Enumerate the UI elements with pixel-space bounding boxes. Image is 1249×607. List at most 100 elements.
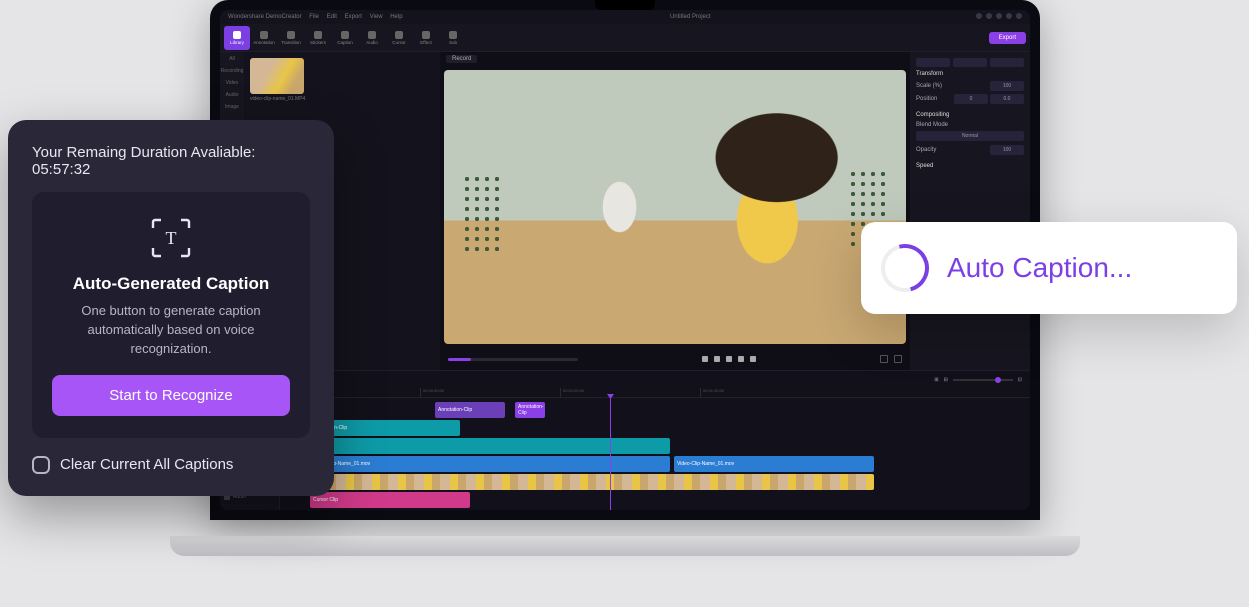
timeline-toolbar: Undo Redo ⊞ ⊟ ⊡ [220, 371, 1030, 388]
rail-video[interactable]: Video [226, 80, 239, 86]
tl-tool-icon[interactable]: ⊟ [944, 377, 948, 383]
transition-icon [287, 31, 295, 39]
tl-tool-icon[interactable]: ⊞ [934, 377, 938, 383]
preview-tab-record[interactable]: Record [446, 55, 477, 63]
track-row[interactable] [280, 474, 1030, 490]
cursor-icon [395, 31, 403, 39]
track-row[interactable] [280, 438, 1030, 454]
ribbon-tab-sub[interactable]: Sub [440, 26, 466, 50]
app-titlebar: Wondershare DemoCreator File Edit Export… [220, 10, 1030, 24]
label-scale: Scale (%) [916, 83, 942, 89]
window-controls[interactable] [972, 13, 1022, 21]
label-position: Position [916, 96, 937, 102]
caption-icon [341, 31, 349, 39]
ribbon-tab-caption[interactable]: Caption [332, 26, 358, 50]
clip-annotation[interactable]: Annotation-Clip [515, 402, 545, 418]
menu-file[interactable]: File [309, 14, 319, 20]
menu-help[interactable]: Help [390, 14, 402, 20]
timeline-ruler[interactable]: 00:00:00:00 00:00:30:00 00:01:00:00 00:0… [220, 388, 1030, 398]
posx-value[interactable]: 0 [954, 94, 988, 104]
section-transform: Transform [916, 71, 1024, 77]
ribbon-tab-audio[interactable]: Audio [359, 26, 385, 50]
menu-view[interactable]: View [370, 14, 383, 20]
ruler-mark: 00:00:30:00 [420, 388, 560, 397]
library-icon [233, 31, 241, 39]
posy-value[interactable]: 0.0 [990, 94, 1024, 104]
playback-progress[interactable] [448, 358, 578, 361]
laptop-base [170, 536, 1080, 556]
ribbon-tab-stickers[interactable]: Stickers [305, 26, 331, 50]
workspace: All Recording Video Audio Image video-cl… [220, 52, 1030, 370]
checkbox-icon [32, 456, 50, 474]
duration-label: Your Remaing Duration Avaliable: 05:57:3… [32, 144, 310, 178]
preview-viewport[interactable] [444, 70, 906, 344]
prop-tab[interactable] [953, 58, 987, 67]
plant-decoration [462, 174, 502, 254]
section-compositing: Compositing [916, 112, 1024, 118]
ribbon-tab-cursor[interactable]: Cursor [386, 26, 412, 50]
auto-caption-modal: Your Remaing Duration Avaliable: 05:57:3… [8, 120, 334, 496]
label-blend: Blend Mode [916, 122, 948, 128]
track-row[interactable]: Annotation-Clip [280, 420, 1030, 436]
loop-button[interactable] [750, 356, 756, 362]
ribbon-tab-effect[interactable]: Effect [413, 26, 439, 50]
clip-cursor[interactable]: Cursor Clip [310, 492, 470, 508]
fullscreen-button[interactable] [894, 355, 902, 363]
ribbon-tab-library[interactable]: Library [224, 26, 250, 50]
label-opacity: Opacity [916, 147, 936, 153]
scale-value[interactable]: 100 [990, 81, 1024, 91]
export-button[interactable]: Export [989, 32, 1026, 44]
clip-thumbnails[interactable] [310, 474, 874, 490]
media-thumbnail[interactable] [250, 58, 304, 94]
ribbon-tab-transition[interactable]: Transition [278, 26, 304, 50]
zoom-slider[interactable] [953, 379, 1013, 381]
timeline: Undo Redo ⊞ ⊟ ⊡ 00:00:00:00 00:00:30:00 … [220, 370, 1030, 510]
sub-icon [449, 31, 457, 39]
effect-icon [422, 31, 430, 39]
svg-text:T: T [166, 228, 177, 248]
clear-captions-checkbox[interactable]: Clear Current All Captions [32, 456, 310, 474]
stop-button[interactable] [726, 356, 732, 362]
snapshot-button[interactable] [880, 355, 888, 363]
audio-icon [368, 31, 376, 39]
ruler-mark: 00:01:30:00 [700, 388, 840, 397]
auto-caption-badge: Auto Caption... [861, 222, 1237, 314]
timeline-body[interactable]: Caption Annotation Cursor Video Video Au… [220, 398, 1030, 510]
laptop-notch [595, 0, 655, 10]
start-recognize-button[interactable]: Start to Recognize [52, 375, 290, 416]
auto-caption-badge-text: Auto Caption... [947, 252, 1132, 284]
prop-tab[interactable] [990, 58, 1024, 67]
clip-video[interactable]: Video-Clip-Name_01.mov [674, 456, 874, 472]
section-speed: Speed [916, 163, 1024, 169]
blend-value[interactable]: Normal [916, 131, 1024, 141]
opacity-value[interactable]: 100 [990, 145, 1024, 155]
auto-caption-desc: One button to generate caption automatic… [52, 302, 290, 359]
menu-export[interactable]: Export [345, 14, 362, 20]
prev-button[interactable] [702, 356, 708, 362]
playhead[interactable] [610, 398, 611, 510]
next-button[interactable] [738, 356, 744, 362]
clip-annotation[interactable]: Annotation-Clip [435, 402, 505, 418]
rail-image[interactable]: Image [225, 104, 239, 110]
sticker-icon [314, 31, 322, 39]
menu-edit[interactable]: Edit [327, 14, 337, 20]
ribbon-tab-annotation[interactable]: Annotation [251, 26, 277, 50]
rail-audio[interactable]: Audio [226, 92, 239, 98]
track-row[interactable]: Cursor Clip [280, 492, 1030, 508]
caption-scan-icon: T [149, 216, 193, 260]
rail-recording[interactable]: Recording [221, 68, 244, 74]
auto-caption-panel: T Auto-Generated Caption One button to g… [32, 192, 310, 438]
ruler-mark: 00:01:00:00 [560, 388, 700, 397]
rail-all[interactable]: All [229, 56, 235, 62]
track-row[interactable]: Annotation-Clip Annotation-Clip [280, 402, 1030, 418]
prop-tab[interactable] [916, 58, 950, 67]
track-row[interactable]: Video-Clip-Name_01.mov Video-Clip-Name_0… [280, 456, 1030, 472]
tl-tool-icon[interactable]: ⊡ [1018, 377, 1022, 383]
annotation-icon [260, 31, 268, 39]
clip-video[interactable]: Video-Clip-Name_01.mov [310, 456, 670, 472]
media-filename: video-clip-name_01.MP4 [250, 96, 434, 102]
viewport-controls [880, 355, 902, 363]
play-button[interactable] [714, 356, 720, 362]
clip-teal[interactable] [310, 438, 670, 454]
transport-controls [702, 356, 756, 362]
